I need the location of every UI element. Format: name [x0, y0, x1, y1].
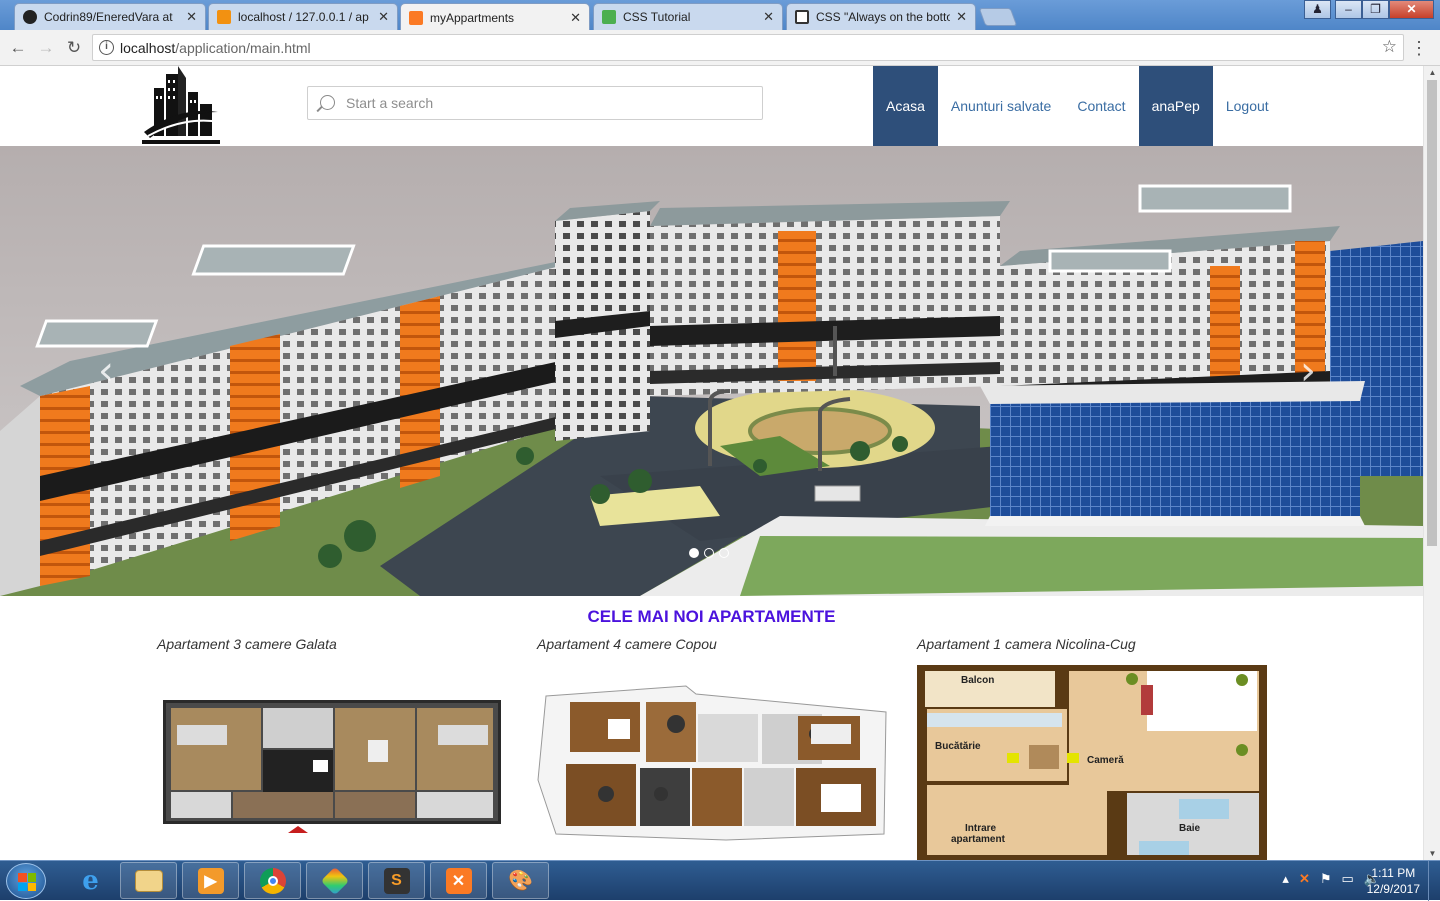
close-icon[interactable]: ✕: [570, 10, 581, 26]
tab-title: CSS "Always on the botto: [816, 10, 951, 24]
hero-carousel[interactable]: ‹ ›: [0, 146, 1423, 596]
url-field[interactable]: i localhost/application/main.html ☆: [92, 34, 1404, 61]
carousel-dot[interactable]: [704, 548, 714, 558]
nav-logout[interactable]: Logout: [1213, 66, 1282, 146]
carousel-dot[interactable]: [719, 548, 729, 558]
scroll-up-arrow-icon[interactable]: ▲: [1424, 68, 1440, 77]
browser-tab[interactable]: CSS "Always on the botto ✕: [786, 3, 976, 30]
site-header: Acasa Anunturi salvate Contact anaPep Lo…: [0, 66, 1423, 146]
tab-title: CSS Tutorial: [623, 10, 691, 24]
listing-card[interactable]: Apartament 1 camera Nicolina-Cug: [917, 636, 1269, 652]
scroll-down-arrow-icon[interactable]: ▼: [1424, 849, 1440, 858]
paint-icon[interactable]: [306, 862, 363, 899]
search-box[interactable]: [307, 86, 763, 120]
browser-tab-active[interactable]: myAppartments ✕: [400, 3, 590, 31]
selected-indicator-icon: [288, 826, 308, 833]
show-hidden-icons-icon[interactable]: ▴: [1282, 871, 1289, 887]
ie-icon[interactable]: e: [62, 862, 119, 899]
listing-title[interactable]: Apartament 3 camere Galata: [157, 636, 509, 652]
explorer-icon[interactable]: [120, 862, 177, 899]
clock-time: 1:11 PM: [1371, 866, 1416, 880]
address-bar: ← → ↻ i localhost/application/main.html …: [0, 30, 1440, 66]
clock-date: 12/9/2017: [1366, 882, 1420, 896]
maximize-button[interactable]: ❐: [1362, 0, 1389, 19]
xampp-icon: [409, 10, 423, 25]
tab-title: Codrin89/EneredVara at: [44, 10, 173, 24]
close-window-button[interactable]: ✕: [1389, 0, 1434, 19]
menu-icon[interactable]: ⋮: [1410, 36, 1428, 60]
user-icon[interactable]: ♟: [1304, 0, 1331, 19]
main-nav: Acasa Anunturi salvate Contact anaPep Lo…: [873, 66, 1282, 146]
browser-tab[interactable]: Codrin89/EneredVara at ✕: [14, 3, 206, 30]
chevron-left-icon[interactable]: ‹: [98, 351, 114, 391]
forward-arrow-icon[interactable]: →: [34, 36, 58, 60]
floor-plan-image[interactable]: Balcon Bucătărie Cameră Baie Intrare apa…: [917, 665, 1267, 860]
vertical-scrollbar[interactable]: ▲ ▼: [1423, 66, 1440, 860]
room-label-room: Cameră: [1087, 755, 1124, 766]
floor-plan-image[interactable]: [536, 684, 888, 842]
back-arrow-icon[interactable]: ←: [6, 36, 30, 60]
floor-plan-image[interactable]: [163, 700, 501, 824]
chrome-icon[interactable]: [244, 862, 301, 899]
paint-palette-icon[interactable]: 🎨: [492, 862, 549, 899]
listing-card[interactable]: Apartament 4 camere Copou: [537, 636, 889, 652]
browser-tabstrip: Codrin89/EneredVara at ✕ localhost / 127…: [0, 0, 1440, 31]
listing-card[interactable]: Apartament 3 camere Galata: [157, 636, 509, 652]
phpmyadmin-icon: [217, 10, 231, 24]
tab-title: localhost / 127.0.0.1 / ap: [238, 10, 369, 24]
reload-icon[interactable]: ↻: [62, 36, 86, 60]
close-icon[interactable]: ✕: [378, 9, 389, 25]
nav-acasa[interactable]: Acasa: [873, 66, 938, 146]
close-icon[interactable]: ✕: [763, 9, 774, 25]
room-label-kitchen: Bucătărie: [935, 741, 981, 752]
listing-title[interactable]: Apartament 4 camere Copou: [537, 636, 889, 652]
search-icon: [320, 95, 335, 110]
search-input[interactable]: [346, 92, 746, 114]
codepen-icon: [795, 10, 809, 24]
media-player-icon[interactable]: ▶: [182, 862, 239, 899]
listing-title[interactable]: Apartament 1 camera Nicolina-Cug: [917, 636, 1269, 652]
minimize-button[interactable]: –: [1335, 0, 1362, 19]
close-icon[interactable]: ✕: [956, 9, 967, 25]
url-text: localhost/application/main.html: [120, 40, 311, 56]
apartment-complex-image: [0, 146, 1423, 596]
show-desktop-button[interactable]: [1428, 861, 1440, 901]
clock[interactable]: 1:11 PM 12/9/2017: [1367, 865, 1420, 897]
chevron-right-icon[interactable]: ›: [1300, 351, 1316, 391]
browser-tab[interactable]: localhost / 127.0.0.1 / ap ✕: [208, 3, 398, 30]
windows-logo-icon: [18, 873, 36, 891]
github-icon: [23, 10, 37, 24]
nav-user-profile[interactable]: anaPep: [1138, 66, 1213, 146]
window-controls: ♟ – ❐ ✕: [1304, 0, 1434, 19]
scrollbar-thumb[interactable]: [1427, 80, 1437, 546]
nav-contact[interactable]: Contact: [1064, 66, 1138, 146]
windows-taskbar: e ▶ S ✕ 🎨 ▴ ✕ ⚑ ▭ 🔈 1:11 PM 12/9/2017: [0, 860, 1440, 901]
carousel-indicators: [689, 548, 729, 558]
xampp-icon[interactable]: ✕: [430, 862, 487, 899]
new-tab-button[interactable]: [978, 8, 1018, 26]
start-button[interactable]: [6, 863, 46, 899]
close-icon[interactable]: ✕: [186, 9, 197, 25]
w3schools-icon: [602, 10, 616, 24]
info-icon[interactable]: i: [99, 40, 114, 55]
browser-tab[interactable]: CSS Tutorial ✕: [593, 3, 783, 30]
xampp-tray-icon[interactable]: ✕: [1299, 871, 1310, 887]
room-label-bath: Baie: [1179, 823, 1201, 834]
page-viewport: Acasa Anunturi salvate Contact anaPep Lo…: [0, 66, 1440, 860]
tab-title: myAppartments: [430, 10, 515, 25]
nav-anunturi-salvate[interactable]: Anunturi salvate: [938, 66, 1064, 146]
system-tray: ▴ ✕ ⚑ ▭ 🔈: [1282, 871, 1380, 887]
bookmark-star-icon[interactable]: ☆: [1382, 37, 1397, 57]
carousel-dot[interactable]: [689, 548, 699, 558]
city-buildings-logo[interactable]: [140, 66, 222, 146]
room-label-entrance-2: apartament: [951, 834, 1005, 845]
flag-icon[interactable]: ⚑: [1320, 871, 1332, 887]
latest-apartments-heading: CELE MAI NOI APARTAMENTE: [587, 607, 836, 626]
room-label-balcony: Balcon: [961, 675, 995, 686]
network-icon[interactable]: ▭: [1342, 871, 1354, 887]
room-label-entrance: Intrare: [965, 823, 997, 834]
sublime-icon[interactable]: S: [368, 862, 425, 899]
